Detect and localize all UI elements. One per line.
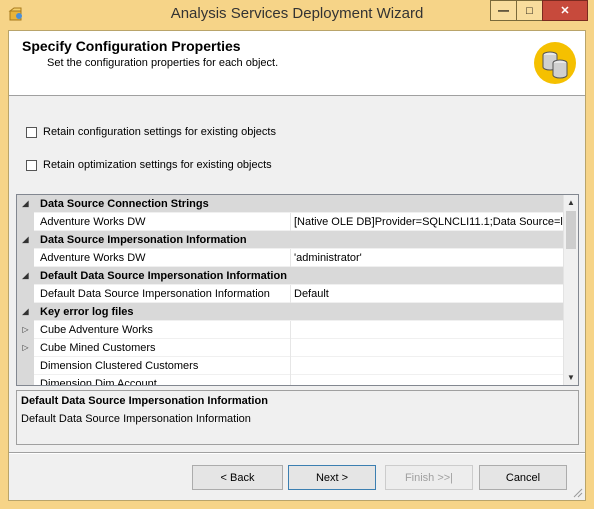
grid-category-row[interactable]: ◢ Default Data Source Impersonation Infor… [17,266,565,285]
scroll-up-arrow-icon[interactable]: ▲ [564,195,578,210]
grid-property-name: Adventure Works DW [34,248,291,267]
wizard-header: Specify Configuration Properties Set the… [9,31,585,96]
grid-property-value[interactable]: [Native OLE DB]Provider=SQLNCLI11.1;Data… [291,213,565,231]
retain-optimization-checkbox[interactable] [26,159,37,171]
grid-property-row[interactable]: Adventure Works DW'administrator' [17,248,565,267]
scroll-down-arrow-icon[interactable]: ▼ [564,370,578,385]
grid-property-row[interactable]: ▷ Cube Adventure Works [17,320,565,339]
property-grid-rows: ◢ Data Source Connection Strings Adventure… [17,195,565,385]
grid-category-row[interactable]: ◢ Key error log files [17,302,565,321]
grid-gutter [17,374,34,385]
collapse-icon[interactable]: ◢ [17,302,34,321]
minimize-button[interactable]: — [490,0,517,21]
wizard-window: Analysis Services Deployment Wizard — □ … [0,0,594,509]
window-controls: — □ ✕ [490,0,588,22]
footer-divider [9,452,585,454]
close-button[interactable]: ✕ [542,0,588,21]
cancel-button[interactable]: Cancel [479,465,567,490]
grid-property-name: Default Data Source Impersonation Inform… [34,284,291,303]
grid-property-name: Cube Adventure Works [34,320,291,339]
retain-config-option[interactable]: Retain configuration settings for existi… [26,126,276,138]
grid-property-value[interactable] [291,339,565,357]
grid-property-row[interactable]: Adventure Works DW [Native OLE DB]Provide… [17,212,565,231]
grid-property-name: Dimension Dim Account [34,374,291,385]
description-text: Default Data Source Impersonation Inform… [21,413,251,425]
page-title: Specify Configuration Properties [22,38,241,54]
retain-optimization-option[interactable]: Retain optimization settings for existin… [26,159,272,171]
scroll-thumb[interactable] [566,211,576,249]
back-button[interactable]: < Back [192,465,283,490]
retain-config-checkbox[interactable] [26,126,37,138]
grid-gutter [17,248,34,267]
grid-category-row[interactable]: ◢ Data Source Impersonation Information [17,230,565,249]
grid-category-row[interactable]: ◢ Data Source Connection Strings [17,195,565,213]
description-title: Default Data Source Impersonation Inform… [21,395,268,407]
retain-optimization-label: Retain optimization settings for existin… [43,159,272,171]
grid-gutter [17,212,34,231]
expand-icon[interactable]: ▷ [17,338,34,357]
collapse-icon[interactable]: ◢ [17,230,34,249]
property-grid-scrollbar[interactable]: ▲ ▼ [563,195,578,385]
grid-property-value[interactable]: 'administrator' [291,249,565,267]
grid-gutter [17,284,34,303]
grid-property-value[interactable] [291,357,565,375]
database-settings-icon [534,42,576,84]
collapse-icon[interactable]: ◢ [17,266,34,285]
grid-property-row[interactable]: Default Data Source Impersonation Inform… [17,284,565,303]
grid-property-row[interactable]: ▷ Cube Mined Customers [17,338,565,357]
grid-gutter [17,356,34,375]
maximize-button[interactable]: □ [516,0,543,21]
description-panel: Default Data Source Impersonation Inform… [16,390,579,445]
grid-property-name: Dimension Clustered Customers [34,356,291,375]
grid-category-label: Data Source Impersonation Information [40,233,247,246]
grid-property-name: Cube Mined Customers [34,338,291,357]
property-grid[interactable]: ◢ Data Source Connection Strings Adventure… [16,194,579,386]
grid-property-row[interactable]: Dimension Clustered Customers [17,356,565,375]
page-subtitle: Set the configuration properties for eac… [47,57,279,69]
retain-config-label: Retain configuration settings for existi… [43,126,276,138]
finish-button[interactable]: Finish >>| [385,465,473,490]
wizard-client-area: Specify Configuration Properties Set the… [8,30,586,501]
grid-property-name: Adventure Works DW [34,212,291,231]
collapse-icon[interactable]: ◢ [17,195,34,213]
grid-property-value[interactable]: Default [291,285,565,303]
title-bar: Analysis Services Deployment Wizard — □ … [0,0,594,28]
grid-property-row[interactable]: Dimension Dim Account [17,374,565,386]
grid-category-label: Default Data Source Impersonation Inform… [40,269,287,282]
grid-property-value[interactable] [291,321,565,339]
next-button[interactable]: Next > [288,465,376,490]
expand-icon[interactable]: ▷ [17,320,34,339]
grid-property-value[interactable] [291,375,565,386]
grid-category-label: Data Source Connection Strings [40,197,209,210]
resize-grip-icon[interactable] [571,486,583,498]
grid-category-label: Key error log files [40,305,134,318]
